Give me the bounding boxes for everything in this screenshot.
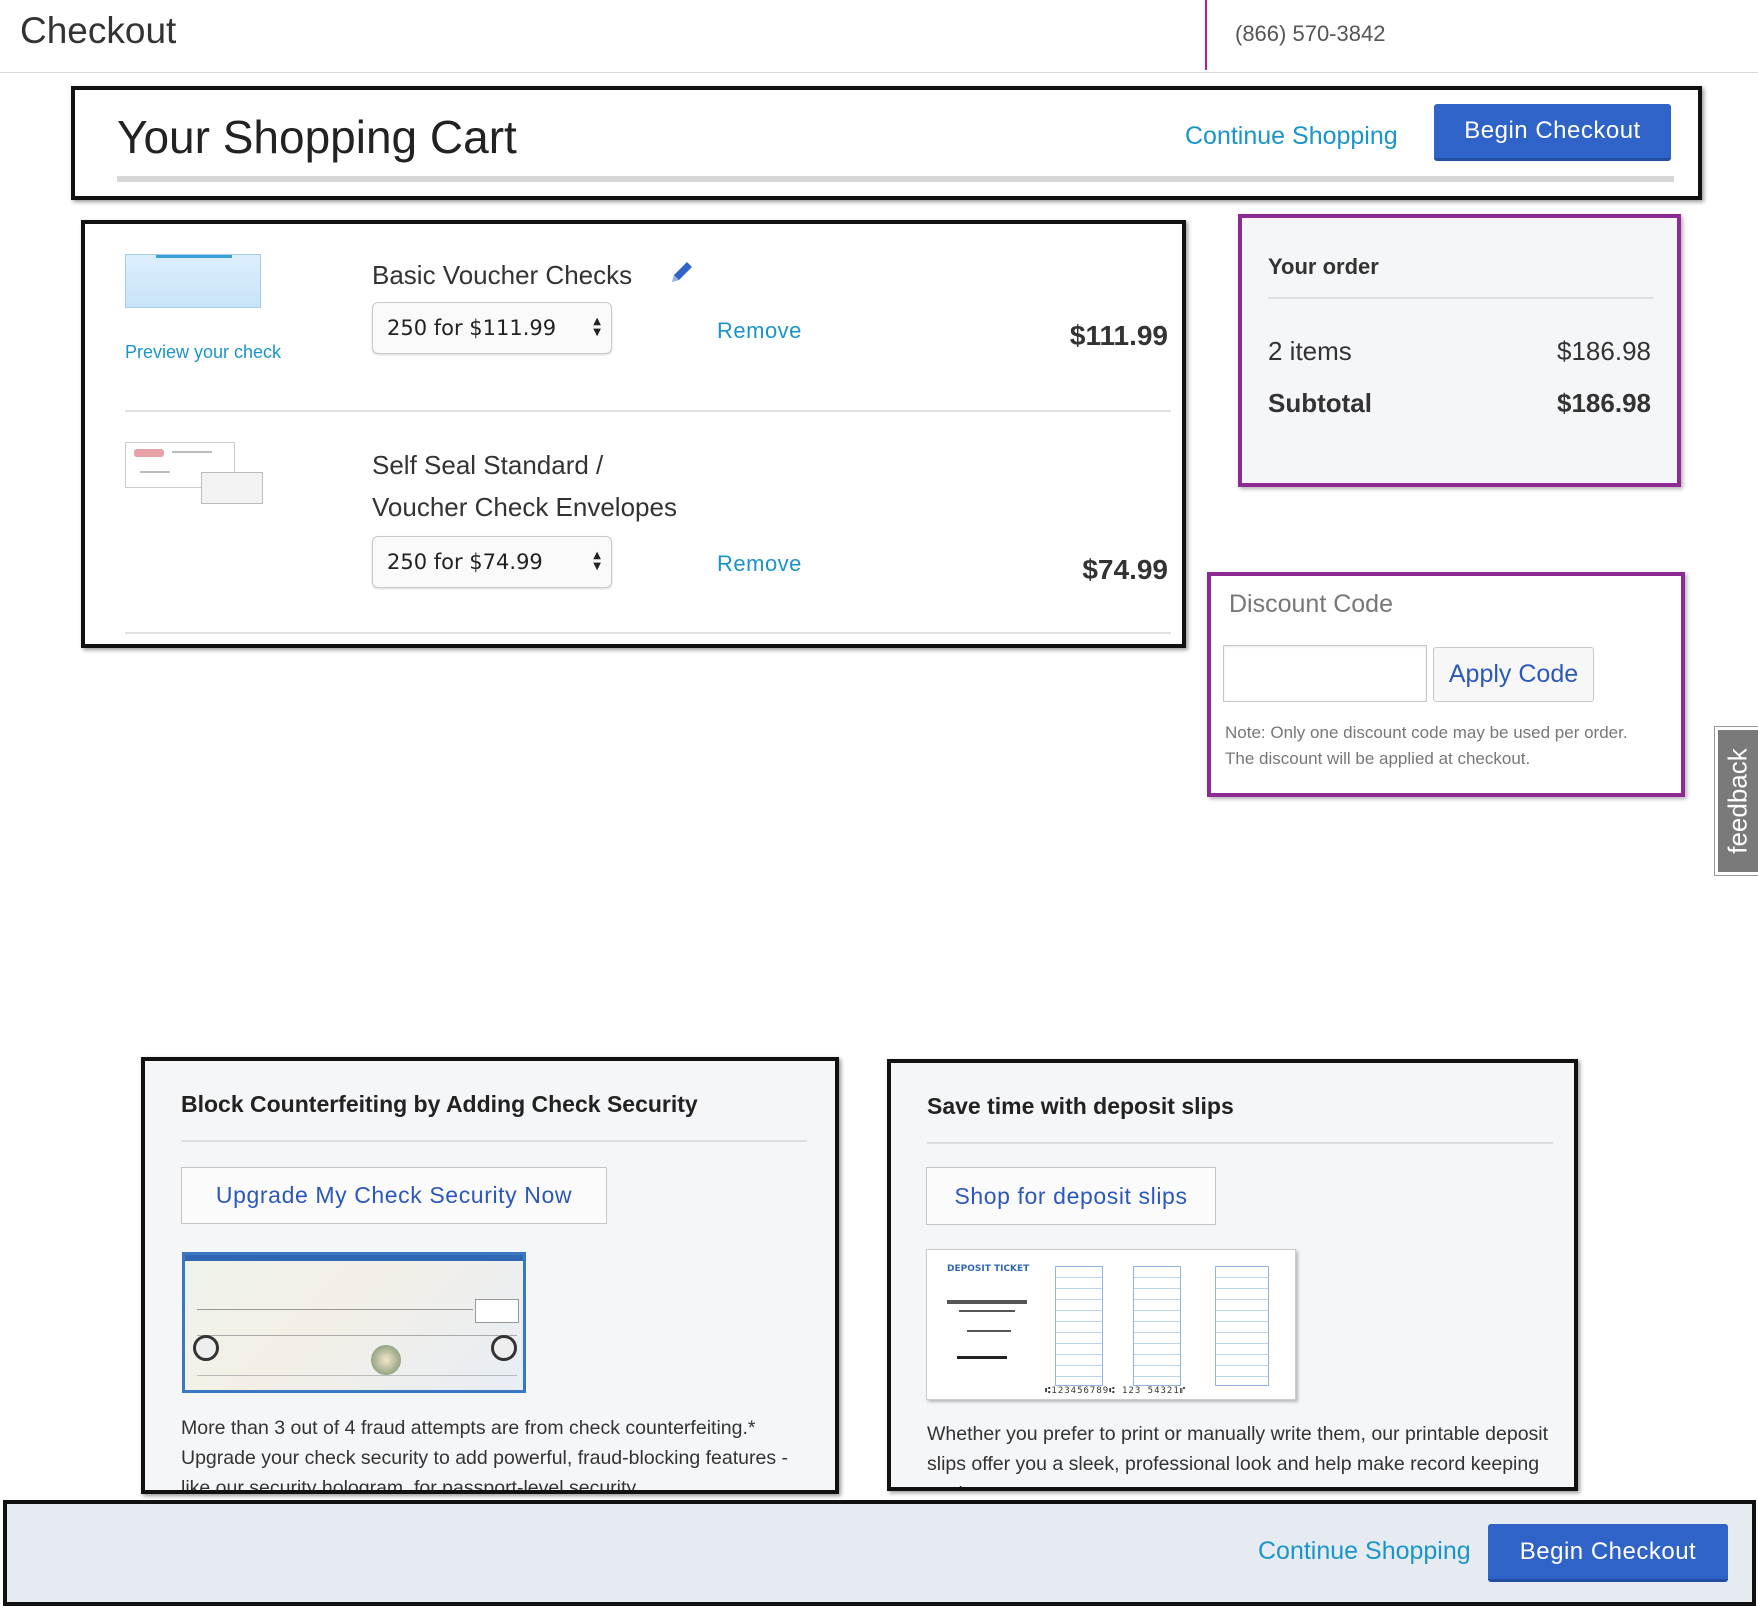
select-arrows-icon: ▲ ▼	[593, 550, 601, 572]
quantity-select[interactable]: 250 for $74.99 ▲ ▼	[372, 536, 612, 588]
item-name-line: Self Seal Standard /	[372, 450, 604, 480]
item-name: Self Seal Standard / Voucher Check Envel…	[372, 444, 677, 528]
continue-shopping-link[interactable]: Continue Shopping	[1185, 122, 1398, 151]
header-rule	[117, 176, 1674, 182]
order-summary: Your order 2 items $186.98 Subtotal $186…	[1238, 214, 1681, 487]
item-name: Basic Voucher Checks	[372, 260, 633, 290]
cart-header: Your Shopping Cart Continue Shopping Beg…	[71, 86, 1702, 200]
envelope-thumbnail	[125, 442, 263, 504]
quantity-value: 250 for $111.99	[387, 316, 557, 340]
cart-heading: Your Shopping Cart	[117, 111, 517, 163]
items-total: $186.98	[1557, 336, 1651, 366]
item-name-line: Voucher Check Envelopes	[372, 492, 677, 522]
promo-text: Whether you prefer to print or manually …	[927, 1423, 1549, 1487]
discount-note-line: The discount will be applied at checkout…	[1225, 749, 1531, 768]
phone-number[interactable]: (866) 570-3842	[1235, 21, 1385, 47]
discount-note: Note: Only one discount code may be used…	[1225, 720, 1675, 772]
order-summary-rule	[1268, 297, 1653, 299]
promo-rule	[927, 1142, 1553, 1144]
remove-link[interactable]: Remove	[717, 318, 802, 344]
subtotal-amount: $186.98	[1557, 388, 1651, 418]
begin-checkout-button[interactable]: Begin Checkout	[1488, 1524, 1728, 1582]
select-arrows-icon: ▲ ▼	[593, 316, 601, 338]
promo-title: Block Counterfeiting by Adding Check Sec…	[181, 1091, 698, 1117]
items-count: 2 items	[1268, 336, 1352, 366]
discount-panel: Discount Code Apply Code Note: Only one …	[1207, 572, 1685, 797]
preview-check-link[interactable]: Preview your check	[125, 342, 281, 363]
remove-link[interactable]: Remove	[717, 551, 802, 577]
pencil-icon[interactable]	[668, 258, 696, 286]
top-bar: Checkout (866) 570-3842	[0, 0, 1758, 73]
header-divider	[1205, 0, 1207, 70]
discount-title: Discount Code	[1229, 590, 1393, 618]
deposit-slips-promo: Save time with deposit slips Shop for de…	[887, 1059, 1578, 1491]
upgrade-security-button[interactable]: Upgrade My Check Security Now	[181, 1167, 607, 1224]
deposit-slip-image: DEPOSIT TICKET ⑆123456789⑆ 123 54321⑈	[926, 1249, 1296, 1400]
feedback-label: feedback	[1722, 748, 1753, 854]
cart-items: Preview your check Basic Voucher Checks …	[81, 220, 1186, 648]
promo-title: Save time with deposit slips	[927, 1093, 1234, 1119]
shop-deposit-slips-button[interactable]: Shop for deposit slips	[926, 1167, 1216, 1225]
quantity-select[interactable]: 250 for $111.99 ▲ ▼	[372, 302, 612, 354]
order-summary-title: Your order	[1268, 254, 1379, 279]
item-price: $111.99	[1069, 320, 1168, 351]
feedback-tab[interactable]: feedback	[1715, 727, 1758, 875]
promo-text: More than 3 out of 4 fraud attempts are …	[181, 1417, 788, 1494]
discount-code-input[interactable]	[1223, 645, 1427, 702]
discount-note-line: Note: Only one discount code may be used…	[1225, 723, 1628, 742]
continue-shopping-link[interactable]: Continue Shopping	[1258, 1537, 1471, 1566]
subtotal-label: Subtotal	[1268, 388, 1372, 418]
check-security-promo: Block Counterfeiting by Adding Check Sec…	[141, 1057, 839, 1494]
check-thumbnail[interactable]	[125, 254, 261, 308]
page-title: Checkout	[20, 10, 177, 51]
apply-code-button[interactable]: Apply Code	[1433, 647, 1594, 702]
item-divider	[125, 410, 1171, 412]
promo-rule	[181, 1140, 807, 1142]
quantity-value: 250 for $74.99	[387, 550, 543, 574]
begin-checkout-button[interactable]: Begin Checkout	[1434, 104, 1671, 161]
security-check-image	[182, 1252, 526, 1393]
sticky-footer-bar: Continue Shopping Begin Checkout	[3, 1500, 1756, 1606]
item-divider	[125, 632, 1171, 634]
item-price: $74.99	[1082, 554, 1168, 585]
